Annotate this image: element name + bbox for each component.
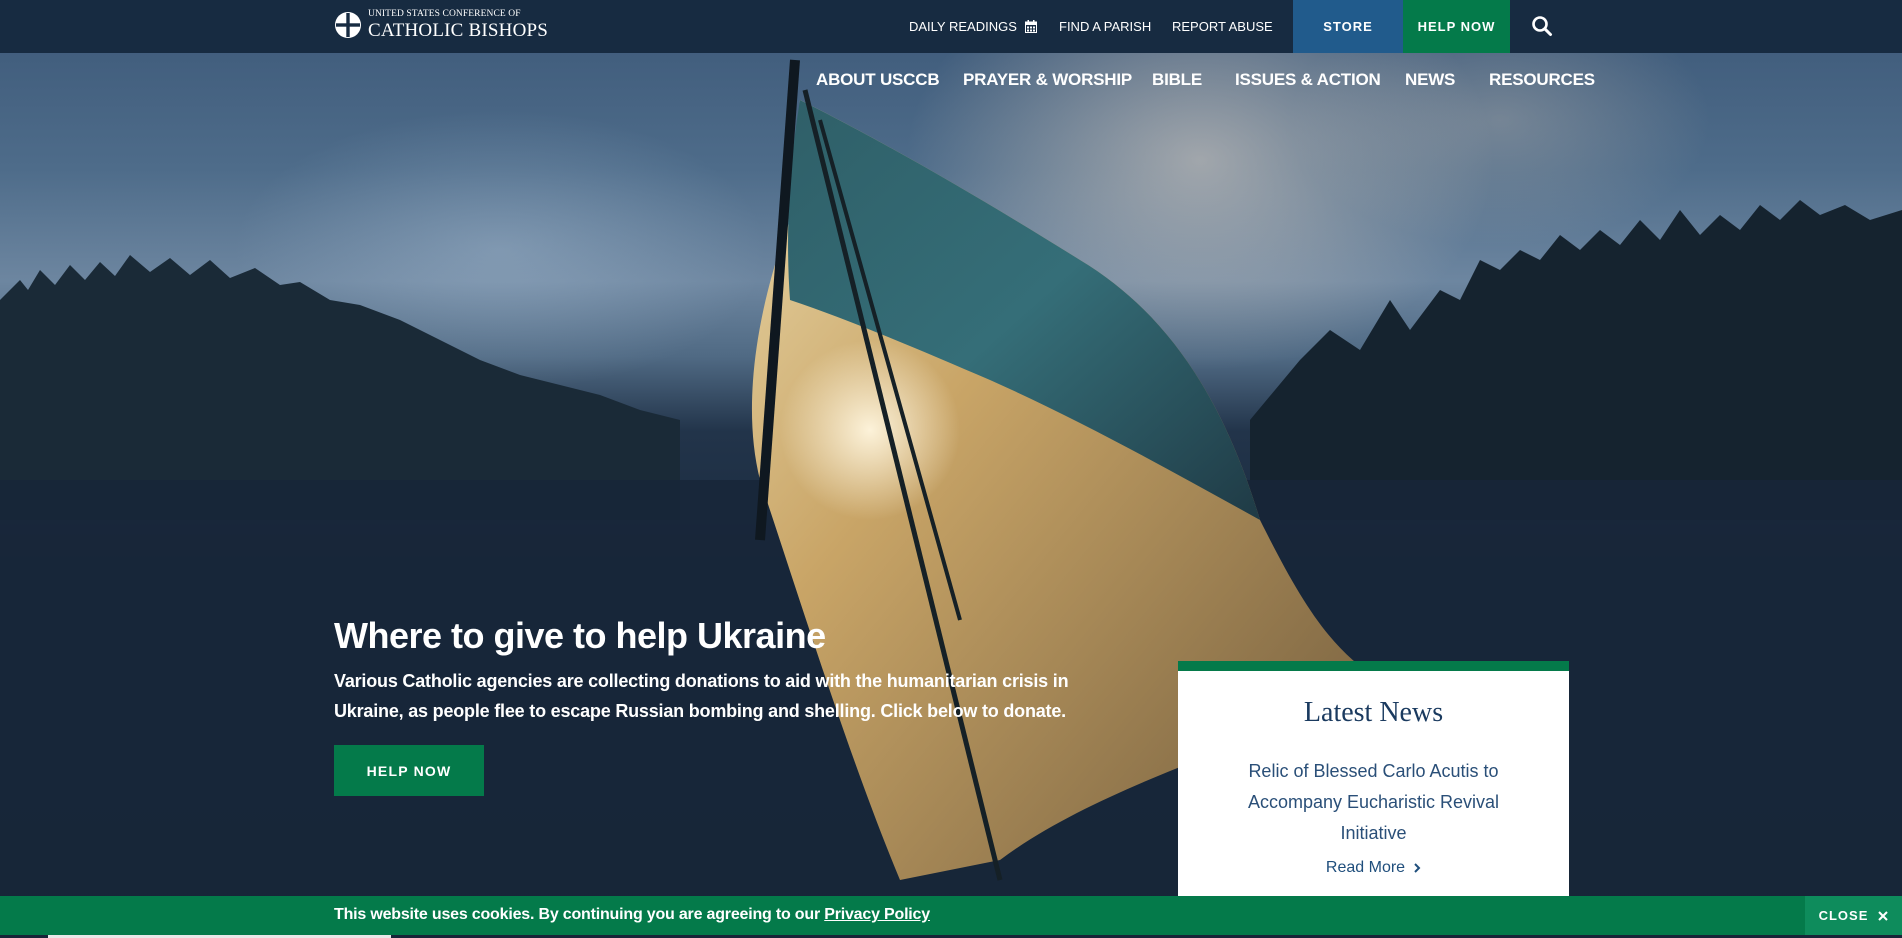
latest-news-heading: Latest News [1303,697,1444,728]
hero-background [0,0,1902,938]
help-now-top-button[interactable]: HELP NOW [1403,0,1510,53]
report-abuse-link[interactable]: REPORT ABUSE [1172,19,1273,34]
utility-nav: DAILY READINGS [909,0,1037,53]
daily-readings-label: DAILY READINGS [909,19,1017,34]
close-label: CLOSE [1818,908,1869,923]
nav-news[interactable]: NEWS [1405,70,1455,90]
latest-news-card: Latest News Relic of Blessed Carlo Acuti… [1178,661,1569,921]
daily-readings-link[interactable]: DAILY READINGS [909,19,1037,34]
hero-title: Where to give to help Ukraine [334,615,826,656]
find-parish-link[interactable]: FIND A PARISH [1059,19,1151,34]
chevron-right-icon [1414,863,1421,873]
logo-line2: CATHOLIC BISHOPS [368,19,549,41]
read-more-link[interactable]: Read More [1326,859,1421,877]
nav-resources[interactable]: RESOURCES [1489,70,1595,90]
read-more-label: Read More [1325,859,1406,876]
logo-line1: UNITED STATES CONFERENCE OF [368,9,521,20]
nav-prayer-worship[interactable]: PRAYER & WORSHIP [963,70,1132,90]
usccb-logo[interactable]: UNITED STATES CONFERENCE OF CATHOLIC BIS… [334,10,548,40]
utility-nav-find: FIND A PARISH [1059,0,1151,53]
privacy-policy-link[interactable]: Privacy Policy [824,906,930,923]
nav-about-usccb[interactable]: ABOUT USCCB [816,70,940,90]
ukraine-flag-photo [0,59,1902,938]
logo-wordmark: UNITED STATES CONFERENCE OF CATHOLIC BIS… [368,10,548,40]
hero-description: Various Catholic agencies are collecting… [334,671,1069,721]
cross-logo-icon [335,12,361,38]
cookie-message: This website uses cookies. By continuing… [334,906,930,924]
utility-nav-report: REPORT ABUSE [1172,0,1273,53]
calendar-icon [1024,20,1037,33]
close-icon [1878,910,1889,921]
store-button[interactable]: STORE [1293,0,1403,53]
hero-help-now-button[interactable]: HELP NOW [334,745,484,796]
search-icon[interactable] [1531,15,1553,37]
top-bar: UNITED STATES CONFERENCE OF CATHOLIC BIS… [0,0,1902,53]
cookie-text: This website uses cookies. By continuing… [334,906,825,923]
nav-bible[interactable]: BIBLE [1152,70,1202,90]
cookie-close-button[interactable]: CLOSE [1805,896,1902,935]
cookie-banner: This website uses cookies. By continuing… [0,896,1902,935]
nav-issues-action[interactable]: ISSUES & ACTION [1235,70,1381,90]
latest-news-item[interactable]: Relic of Blessed Carlo Acutis to Accompa… [1224,756,1524,849]
